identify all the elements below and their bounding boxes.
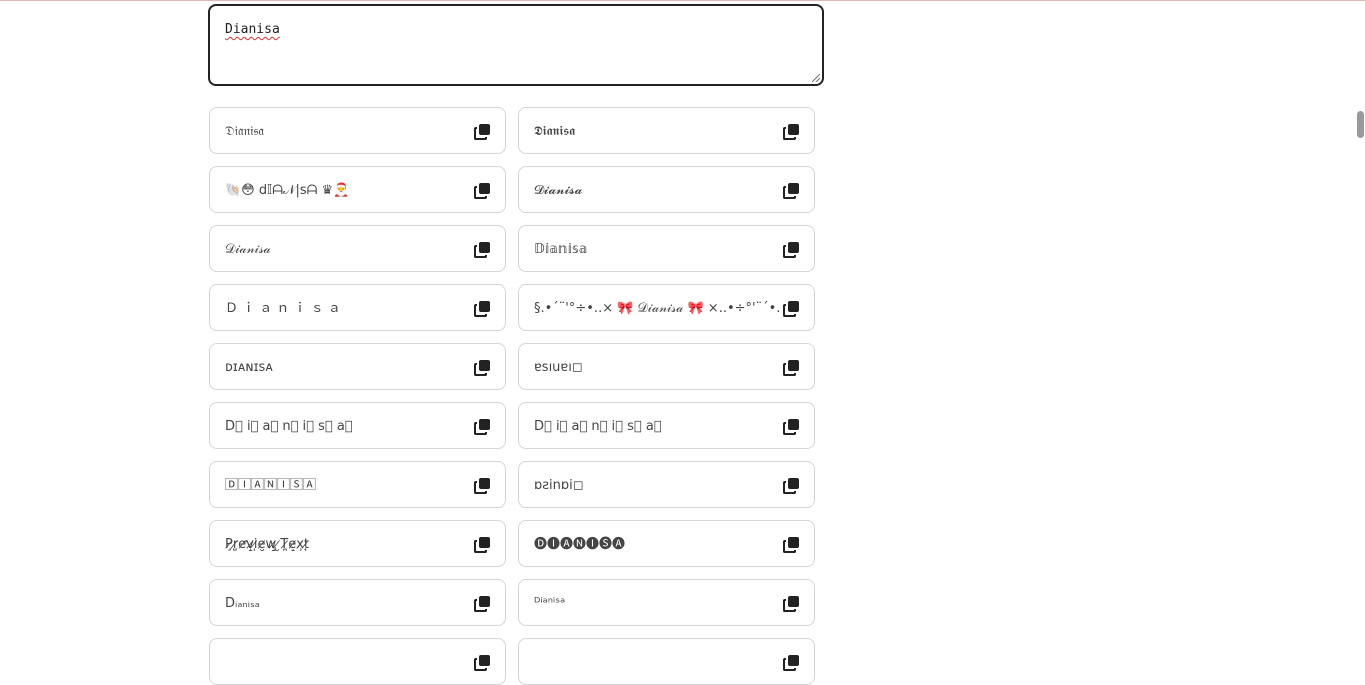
copy-icon[interactable] [474,241,491,258]
result-card[interactable]: 𝕯𝖎𝖆𝖓𝖎𝖘𝖆 [518,107,815,154]
result-card[interactable]: ᴰⁱᵃⁿⁱˢᵃ [518,579,815,626]
result-text: Dᵢₐₙᵢₛₐ [225,596,260,611]
result-text: ᴅɪᴀɴɪꜱᴀ [225,360,273,375]
copy-icon[interactable] [474,595,491,612]
copy-icon[interactable] [474,300,491,317]
result-text: ɐsıuɐı◻ [534,360,583,375]
result-card[interactable]: D⃞ i⃞ a⃞ n⃞ i⃞ s⃞ a⃞ [209,402,506,449]
result-card[interactable]: ɐsıuɐı◻ [518,343,815,390]
result-text: 𝔻𝕚𝕒𝕟𝕚𝕤𝕒 [534,242,588,257]
result-card[interactable]: ɒƨinɒi◻ [518,461,815,508]
copy-icon[interactable] [474,654,491,671]
result-text: Ｄ ｉ ａ ｎ ｉ ｓ ａ [225,301,341,316]
copy-icon[interactable] [474,536,491,553]
result-text: 🅓🅘🅐🅝🅘🅢🅐 [534,537,626,552]
result-text: §.•´¨'°÷•..× 🎀 𝒟𝒾𝒶𝓃𝒾𝓈𝒶 🎀 ×..•÷°'¨´•.§ [534,301,779,316]
copy-icon[interactable] [474,418,491,435]
result-text: 🐚😳 d𝕀ᗩ𝒩|sᗩ ♛🎅 [225,183,350,198]
result-text: 🄳🄸🄰🄽🄸🅂🄰 [225,478,317,493]
copy-icon[interactable] [474,182,491,199]
result-text: P̷̧r̷̺e̷̛v̷̝i̷̩e̷̮w̷̡ ̷̮T̷̪e̷̝x̷̹t̷̘ [225,537,309,552]
result-card[interactable]: P̷̧r̷̺e̷̛v̷̝i̷̩e̷̮w̷̡ ̷̮T̷̪e̷̝x̷̹t̷̘ [209,520,506,567]
copy-icon[interactable] [783,477,800,494]
result-card[interactable]: 🄳🄸🄰🄽🄸🅂🄰 [209,461,506,508]
copy-icon[interactable] [783,536,800,553]
result-text: 𝕯𝖎𝖆𝖓𝖎𝖘𝖆 [534,124,576,139]
result-card[interactable]: 🐚😳 d𝕀ᗩ𝒩|sᗩ ♛🎅 [209,166,506,213]
scrollbar-thumb[interactable] [1357,111,1364,138]
result-card[interactable]: 𝔇𝔦𝔞𝔫𝔦𝔰𝔞 [209,107,506,154]
result-text: D⃞ i⃞ a⃞ n⃞ i⃞ s⃞ a⃞ [534,419,662,434]
copy-icon[interactable] [783,300,800,317]
result-card[interactable]: §.•´¨'°÷•..× 🎀 𝒟𝒾𝒶𝓃𝒾𝓈𝒶 🎀 ×..•÷°'¨´•.§ [518,284,815,331]
copy-icon[interactable] [783,418,800,435]
copy-icon[interactable] [783,654,800,671]
copy-icon[interactable] [783,123,800,140]
result-card[interactable]: 🅓🅘🅐🅝🅘🅢🅐 [518,520,815,567]
copy-icon[interactable] [783,595,800,612]
name-input[interactable]: Dianisa [210,6,822,84]
result-card[interactable] [209,638,506,685]
result-card[interactable]: Dᵢₐₙᵢₛₐ [209,579,506,626]
copy-icon[interactable] [783,359,800,376]
result-card[interactable]: 𝒟𝒾𝒶𝓃𝒾𝓈𝒶 [209,225,506,272]
result-text: 𝓓𝓲𝓪𝓷𝓲𝓼𝓪 [534,183,583,198]
result-text: 𝒟𝒾𝒶𝓃𝒾𝓈𝒶 [225,242,271,257]
copy-icon[interactable] [783,182,800,199]
result-card[interactable]: 𝔻𝕚𝕒𝕟𝕚𝕤𝕒 [518,225,815,272]
copy-icon[interactable] [474,123,491,140]
result-card[interactable]: 𝓓𝓲𝓪𝓷𝓲𝓼𝓪 [518,166,815,213]
resize-handle[interactable] [812,74,820,82]
result-text: ɒƨinɒi◻ [534,478,584,493]
result-text: D⃞ i⃞ a⃞ n⃞ i⃞ s⃞ a⃞ [225,419,353,434]
result-card[interactable]: Ｄ ｉ ａ ｎ ｉ ｓ ａ [209,284,506,331]
result-text: 𝔇𝔦𝔞𝔫𝔦𝔰𝔞 [225,124,265,139]
copy-icon[interactable] [474,477,491,494]
result-card[interactable]: D⃞ i⃞ a⃞ n⃞ i⃞ s⃞ a⃞ [518,402,815,449]
copy-icon[interactable] [783,241,800,258]
result-card[interactable] [518,638,815,685]
result-card[interactable]: ᴅɪᴀɴɪꜱᴀ [209,343,506,390]
result-text: ᴰⁱᵃⁿⁱˢᵃ [534,596,566,611]
copy-icon[interactable] [474,359,491,376]
text-input-box: Dianisa [208,4,824,86]
